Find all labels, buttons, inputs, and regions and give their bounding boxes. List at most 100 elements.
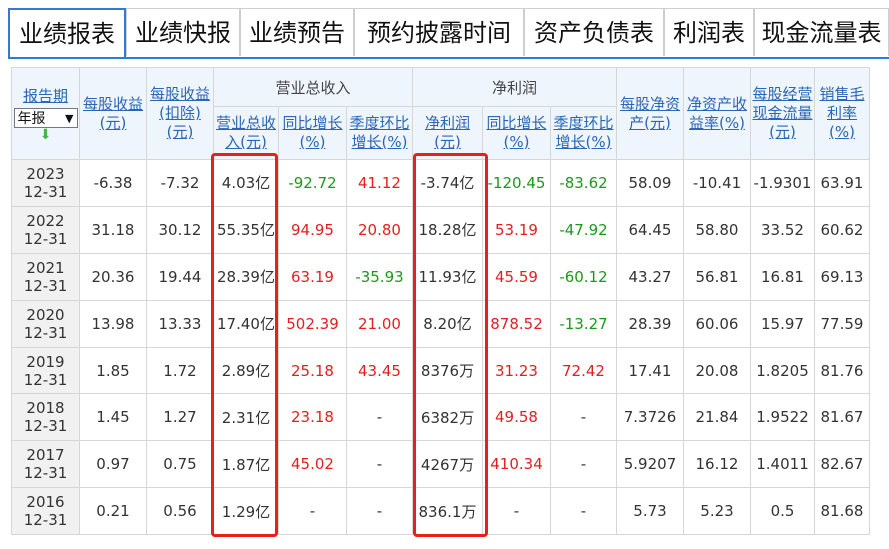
cell-revenue-qoq: 20.80 (346, 205, 413, 254)
tab-income-statement[interactable]: 利润表 (664, 8, 754, 56)
table-row: 2020 12-31 13.98 13.33 17.40亿 502.39 21.00 8.20… (11, 299, 870, 348)
chevron-down-icon: ▼ (65, 111, 74, 125)
col-bvps: 每股净资产(元) (616, 67, 684, 160)
cell-eps-deducted: 1.27 (146, 393, 214, 442)
cell-revenue: 1.87亿 (213, 440, 279, 489)
cell-revenue-yoy: -92.72 (278, 159, 347, 207)
period-label[interactable]: 报告期 (13, 85, 79, 106)
cell-profit-qoq: - (550, 393, 617, 442)
cell-eps-deducted: 30.12 (146, 205, 214, 254)
sort-desc-icon[interactable]: ⬇ (13, 128, 79, 142)
tab-disclosure-schedule[interactable]: 预约披露时间 (354, 8, 524, 56)
col-net-profit: 净利润(元) (412, 106, 483, 160)
group-revenue: 营业总收入 (213, 67, 413, 107)
cell-revenue-qoq: 43.45 (346, 346, 413, 395)
col-eps-label[interactable]: 每股收益(元) (81, 95, 146, 133)
cell-report-date: 2019 12-31 (11, 346, 80, 395)
tab-performance-express[interactable]: 业绩快报 (126, 8, 240, 56)
cell-revenue-yoy: 23.18 (278, 393, 347, 442)
cell-bvps: 5.73 (616, 487, 684, 536)
col-ocfps-label[interactable]: 每股经营现金流量(元) (752, 85, 814, 142)
period-select[interactable]: 年报 ▼ (13, 108, 78, 128)
cell-eps: 0.21 (79, 487, 147, 536)
cell-eps-deducted: 19.44 (146, 252, 214, 301)
cell-report-date: 2022 12-31 (11, 205, 80, 254)
cell-revenue: 28.39亿 (213, 252, 279, 301)
cell-net-profit: 836.1万 (412, 487, 483, 536)
report-year: 2021 (26, 258, 65, 277)
col-profit-yoy: 同比增长(%) (482, 106, 551, 160)
cell-roe: 21.84 (683, 393, 751, 442)
cell-roe: -10.41 (683, 159, 751, 207)
cell-revenue-qoq: - (346, 487, 413, 536)
report-year: 2016 (26, 493, 65, 512)
cell-eps-deducted: 13.33 (146, 299, 214, 348)
cell-revenue: 2.89亿 (213, 346, 279, 395)
col-net-profit-label[interactable]: 净利润(元) (414, 114, 482, 152)
cell-profit-qoq: -47.92 (550, 205, 617, 254)
cell-net-profit: 4267万 (412, 440, 483, 489)
cell-report-date: 2017 12-31 (11, 440, 80, 489)
col-profit-qoq-label[interactable]: 季度环比增长(%) (552, 114, 616, 152)
cell-bvps: 7.3726 (616, 393, 684, 442)
cell-net-profit: 8.20亿 (412, 299, 483, 348)
cell-ocfps: 1.8205 (750, 346, 815, 395)
cell-report-date: 2020 12-31 (11, 299, 80, 348)
cell-revenue-qoq: 41.12 (346, 159, 413, 207)
col-profit-yoy-label[interactable]: 同比增长(%) (484, 114, 550, 152)
cell-gross-margin: 82.67 (814, 440, 870, 489)
col-revenue-label[interactable]: 营业总收入(元) (215, 114, 278, 152)
cell-roe: 60.06 (683, 299, 751, 348)
cell-gross-margin: 60.62 (814, 205, 870, 254)
cell-revenue: 55.35亿 (213, 205, 279, 254)
cell-profit-qoq: 72.42 (550, 346, 617, 395)
cell-ocfps: 16.81 (750, 252, 815, 301)
cell-gross-margin: 81.68 (814, 487, 870, 536)
cell-revenue-qoq: -35.93 (346, 252, 413, 301)
performance-table: 报告期 年报 ▼ ⬇ 每股收益(元) 每股收益(扣除)(元) 营业总收入 净利润… (11, 67, 870, 536)
col-revenue-yoy-label[interactable]: 同比增长(%) (280, 114, 346, 152)
cell-net-profit: 8376万 (412, 346, 483, 395)
cell-eps: -6.38 (79, 159, 147, 207)
col-profit-qoq: 季度环比增长(%) (550, 106, 617, 160)
col-ocfps: 每股经营现金流量(元) (750, 67, 815, 160)
tab-performance-forecast[interactable]: 业绩预告 (240, 8, 354, 56)
report-year: 2020 (26, 305, 65, 324)
report-month-day: 12-31 (23, 323, 68, 342)
col-gross-margin-label[interactable]: 销售毛利率(%) (816, 85, 869, 142)
report-year: 2019 (26, 352, 65, 371)
report-month-day: 12-31 (23, 464, 68, 483)
table-row: 2018 12-31 1.45 1.27 2.31亿 23.18-6382万 49.58-7… (11, 393, 870, 442)
col-revenue: 营业总收入(元) (213, 106, 279, 160)
cell-profit-yoy: 49.58 (482, 393, 551, 442)
report-month-day: 12-31 (23, 229, 68, 248)
col-eps-deducted: 每股收益(扣除)(元) (146, 67, 214, 160)
cell-bvps: 64.45 (616, 205, 684, 254)
cell-ocfps: 1.4011 (750, 440, 815, 489)
cell-eps: 20.36 (79, 252, 147, 301)
cell-bvps: 5.9207 (616, 440, 684, 489)
cell-revenue: 2.31亿 (213, 393, 279, 442)
cell-eps: 31.18 (79, 205, 147, 254)
col-roe-label[interactable]: 净资产收益率(%) (685, 95, 750, 133)
cell-eps-deducted: 0.75 (146, 440, 214, 489)
cell-bvps: 58.09 (616, 159, 684, 207)
col-revenue-yoy: 同比增长(%) (278, 106, 347, 160)
report-month-day: 12-31 (23, 417, 68, 436)
tab-balance-sheet[interactable]: 资产负债表 (524, 8, 664, 56)
report-month-day: 12-31 (23, 370, 68, 389)
col-bvps-label[interactable]: 每股净资产(元) (618, 95, 683, 133)
cell-revenue-qoq: 21.00 (346, 299, 413, 348)
cell-gross-margin: 69.13 (814, 252, 870, 301)
cell-report-date: 2018 12-31 (11, 393, 80, 442)
tab-performance-report[interactable]: 业绩报表 (8, 8, 126, 58)
cell-net-profit: 6382万 (412, 393, 483, 442)
table-row: 2022 12-31 31.18 30.12 55.35亿 94.95 20.80 18.28… (11, 205, 870, 254)
cell-gross-margin: 81.76 (814, 346, 870, 395)
cell-ocfps: 15.97 (750, 299, 815, 348)
report-month-day: 12-31 (23, 511, 68, 530)
report-year: 2018 (26, 399, 65, 418)
col-revenue-qoq-label[interactable]: 季度环比增长(%) (348, 114, 412, 152)
tab-cash-flow[interactable]: 现金流量表 (754, 8, 889, 56)
col-eps-deducted-label[interactable]: 每股收益(扣除)(元) (148, 85, 213, 142)
